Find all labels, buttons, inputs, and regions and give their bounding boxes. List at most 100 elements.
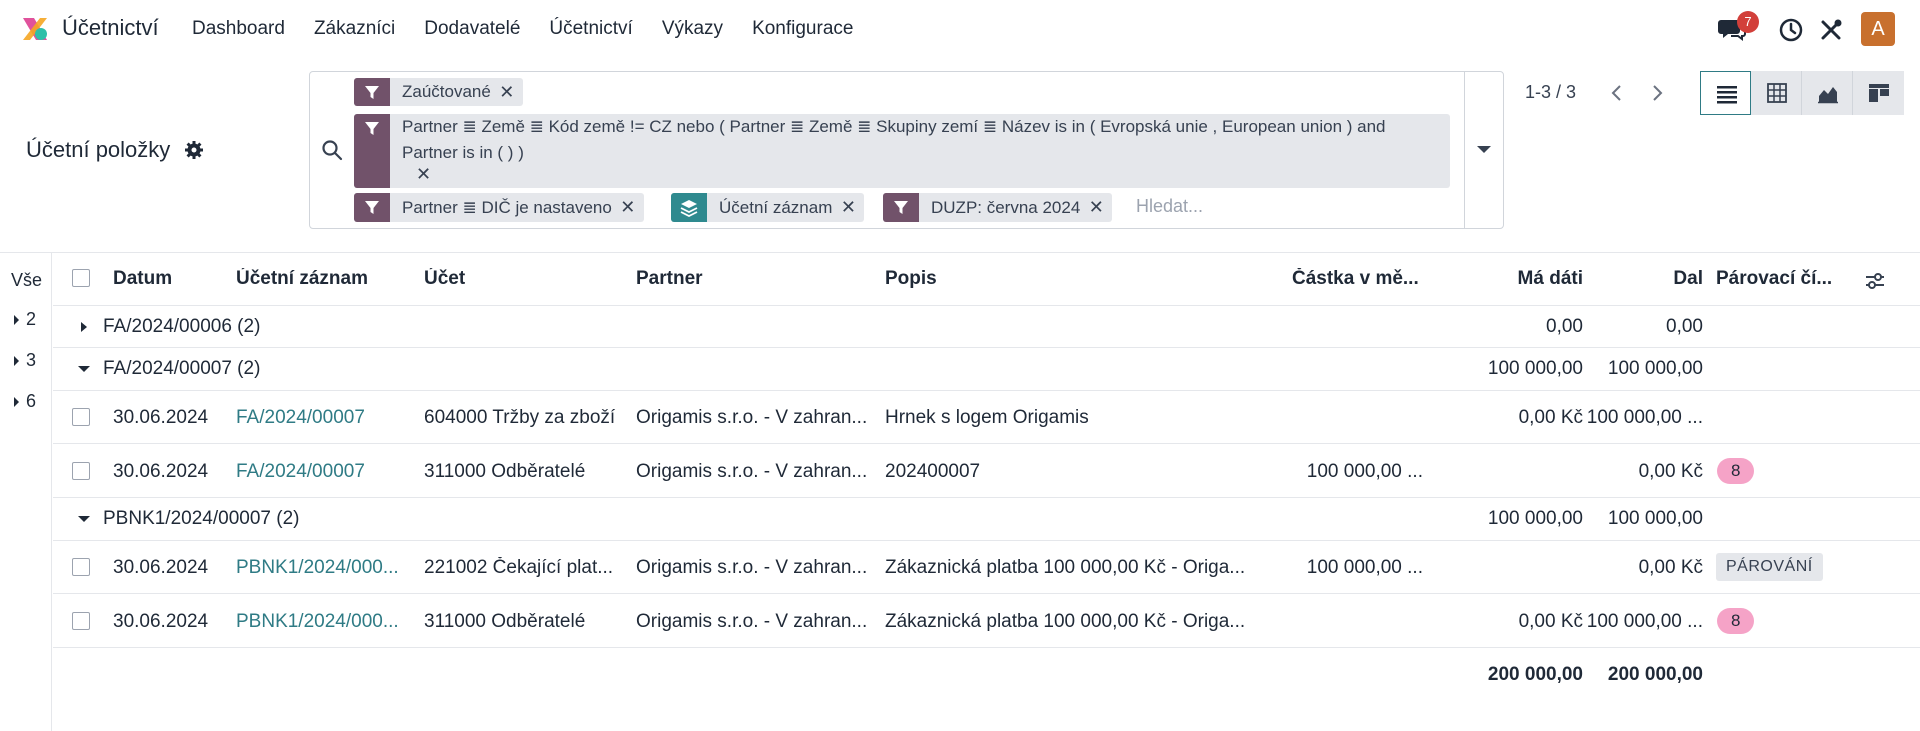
table-icon (1767, 83, 1787, 103)
group-debit: 100 000,00 (1487, 358, 1583, 379)
group-row[interactable]: FA/2024/00006 (2) 0,00 0,00 (53, 306, 1920, 348)
select-all-checkbox[interactable] (72, 269, 90, 287)
caret-right-icon (14, 397, 19, 408)
facet-label: Zaúčtované (402, 82, 491, 101)
caret-down-icon (78, 366, 90, 372)
gear-icon[interactable] (184, 140, 204, 160)
cell-amount-currency: 100 000,00 ... (1306, 557, 1423, 578)
search-input[interactable]: Hledat... (1136, 196, 1203, 217)
facet-remove-icon[interactable]: ✕ (416, 164, 431, 185)
cell-entry-link[interactable]: PBNK1/2024/000... (236, 557, 416, 579)
row-checkbox[interactable] (72, 462, 90, 480)
filter-icon (354, 114, 390, 188)
cell-entry-link[interactable]: FA/2024/00007 (236, 461, 411, 483)
col-label[interactable]: Popis (885, 268, 937, 290)
col-debit[interactable]: Má dáti (1433, 268, 1583, 290)
view-switcher (1700, 71, 1904, 115)
chevron-right-icon[interactable] (1645, 81, 1669, 105)
table-row[interactable]: 30.06.2024 PBNK1/2024/000... 221002 Čeka… (53, 541, 1920, 594)
kanban-view-button[interactable] (1853, 71, 1904, 115)
cell-date: 30.06.2024 (113, 611, 209, 632)
cell-debit: 0,00 Kč (1638, 461, 1703, 482)
list-icon (1717, 86, 1737, 104)
table-row[interactable]: 30.06.2024 FA/2024/00007 311000 Odběrate… (53, 444, 1920, 498)
menu-reporting[interactable]: Výkazy (662, 18, 723, 40)
cell-entry-link[interactable]: PBNK1/2024/000... (236, 611, 416, 633)
group-debit: 0,00 (1546, 316, 1583, 337)
col-matching[interactable]: Párovací čí... (1716, 268, 1832, 290)
col-date[interactable]: Datum (113, 268, 172, 290)
pager-value[interactable]: 1-3 / 3 (1525, 82, 1576, 103)
sidebar-item[interactable]: 2 (14, 309, 36, 330)
table-row[interactable]: 30.06.2024 FA/2024/00007 604000 Tržby za… (53, 391, 1920, 444)
group-row[interactable]: PBNK1/2024/00007 (2) 100 000,00 100 000,… (53, 498, 1920, 541)
accounting-app-icon[interactable] (20, 14, 50, 44)
cell-debit: 0,00 Kč (1638, 557, 1703, 578)
table-row[interactable]: 30.06.2024 PBNK1/2024/000... 311000 Odbě… (53, 594, 1920, 648)
table-header: Datum Účetní záznam Účet Partner Popis Č… (53, 253, 1920, 306)
cell-entry-link[interactable]: FA/2024/00007 (236, 407, 411, 429)
sidebar-item-label: 6 (26, 391, 37, 411)
chevron-down-icon[interactable] (1477, 146, 1491, 153)
optional-columns-icon[interactable] (1864, 270, 1886, 292)
group-credit: 100 000,00 (1607, 358, 1703, 379)
top-navbar: Účetnictví Dashboard Zákazníci Dodavatel… (0, 0, 1920, 58)
tools-icon[interactable] (1818, 17, 1844, 43)
sidebar-item-label: 3 (26, 350, 37, 370)
area-chart-icon (1818, 87, 1838, 104)
sidebar-all[interactable]: Vše (11, 270, 42, 291)
facet-label: Účetní záznam (719, 197, 833, 217)
menu-vendors[interactable]: Dodavatelé (424, 18, 520, 40)
col-entry[interactable]: Účetní záznam (236, 268, 368, 290)
col-account[interactable]: Účet (424, 268, 465, 290)
filter-icon (354, 193, 390, 222)
cell-amount-currency: 100 000,00 ... (1306, 461, 1423, 482)
row-checkbox[interactable] (72, 612, 90, 630)
cell-account: 311000 Odběratelé (424, 461, 586, 482)
group-name: FA/2024/00007 (2) (103, 358, 261, 379)
menu-configuration[interactable]: Konfigurace (752, 18, 853, 40)
facet-remove-icon[interactable]: ✕ (620, 193, 644, 222)
row-checkbox[interactable] (72, 408, 90, 426)
filter-icon (883, 193, 919, 222)
app-title[interactable]: Účetnictví (62, 15, 159, 41)
group-row[interactable]: FA/2024/00007 (2) 100 000,00 100 000,00 (53, 348, 1920, 391)
graph-view-button[interactable] (1802, 71, 1853, 115)
facet-partner-country-filter: Partner ≣ Země ≣ Kód země != CZ nebo ( P… (354, 114, 1450, 188)
user-avatar[interactable]: A (1861, 12, 1895, 46)
col-partner[interactable]: Partner (636, 268, 703, 290)
menu-dashboard[interactable]: Dashboard (192, 18, 285, 40)
facet-remove-icon[interactable]: ✕ (499, 78, 523, 106)
facet-remove-icon[interactable]: ✕ (841, 193, 864, 222)
facet-label-line2: Partner is in ( ) ) (402, 143, 524, 162)
cell-partner: Origamis s.r.o. - V zahran... (636, 461, 868, 482)
col-credit[interactable]: Dal (1583, 268, 1703, 290)
messages-count-badge: 7 (1737, 11, 1759, 33)
cell-label: Zákaznická platba 100 000,00 Kč - Origa.… (885, 611, 1246, 632)
menu-customers[interactable]: Zákazníci (314, 18, 395, 40)
facet-remove-icon[interactable]: ✕ (1089, 193, 1112, 222)
search-icon[interactable] (321, 139, 343, 161)
row-checkbox[interactable] (72, 558, 90, 576)
pivot-view-button[interactable] (1751, 71, 1802, 115)
sidebar-item[interactable]: 6 (14, 391, 36, 412)
facet-vat-set-filter: Partner ≣ DIČ je nastaveno ✕ (354, 193, 644, 222)
cell-debit: 0,00 Kč (1518, 407, 1583, 428)
kanban-icon (1869, 84, 1889, 102)
cell-partner: Origamis s.r.o. - V zahran... (636, 557, 868, 578)
cell-date: 30.06.2024 (113, 461, 209, 482)
reconcile-button[interactable]: PÁROVÁNÍ (1716, 553, 1823, 581)
menu-accounting[interactable]: Účetnictví (549, 18, 632, 40)
sidebar-item[interactable]: 3 (14, 350, 36, 371)
group-credit: 0,00 (1666, 316, 1703, 337)
total-debit: 200 000,00 (1487, 664, 1583, 685)
activity-clock-icon[interactable] (1778, 17, 1804, 43)
layers-icon (671, 193, 707, 222)
col-amount-currency[interactable]: Částka v mě... (1292, 268, 1419, 290)
list-view-button[interactable] (1700, 71, 1751, 115)
chevron-left-icon[interactable] (1605, 81, 1629, 105)
cell-label: Hrnek s logem Origamis (885, 407, 1089, 428)
main-menu: Dashboard Zákazníci Dodavatelé Účetnictv… (192, 18, 882, 40)
cell-partner: Origamis s.r.o. - V zahran... (636, 407, 868, 428)
facet-label-line1: Partner ≣ Země ≣ Kód země != CZ nebo ( P… (402, 117, 1386, 136)
